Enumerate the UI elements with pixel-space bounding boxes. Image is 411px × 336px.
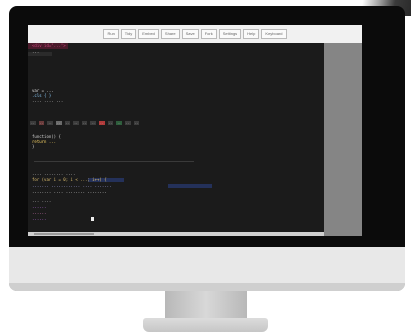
segment: .. [73,121,79,125]
monitor-stand-base [143,318,268,332]
segment: .. [133,121,140,125]
code-line: for (var i = 0; i < ...; i++) { [32,178,107,182]
segment: .. [81,121,88,125]
code-line: return ... [32,140,56,144]
screen: Run Tidy Embed Share Save Fork Settings … [28,25,362,236]
monitor-stand-neck [165,291,247,319]
segment: .. [107,121,114,125]
code-line: .... .... ... [32,99,63,103]
code-line: ... .... [32,199,51,203]
code-line: ... [32,50,39,54]
code-text: .... ........ .... [32,171,76,176]
divider [34,161,194,162]
code-editor[interactable]: <div id="..."> ... var = ... .cls { } ..… [28,43,324,236]
code-text: ........ .... ........ ........ [32,189,107,194]
segment: .. [99,121,105,125]
code-text: <div id="..."> [32,43,66,48]
segment: .. [47,121,53,125]
code-line: ...... [32,205,46,209]
code-text: ....... ............ .... ....... [32,183,112,188]
selection-highlight [168,184,212,188]
segment: .. [90,121,96,125]
code-line: ...... [32,211,46,215]
monitor-chin-edge [9,283,405,291]
toolbar-button-run[interactable]: Run [103,29,119,39]
horizontal-scrollbar[interactable] [28,232,324,236]
segment-row: .. .. .. .. .. .. .. .. .. .. .. .. .. [30,121,322,127]
code-text: } [32,144,35,149]
code-text: ...... [32,216,47,221]
code-line: ...... [32,217,46,221]
toolbar-button-keyboard[interactable]: Keyboard [261,29,287,39]
preview-panel [324,43,362,236]
segment: .. [30,121,36,125]
code-line: ....... ............ .... ....... [32,184,111,188]
toolbar-button-embed[interactable]: Embed [138,29,159,39]
toolbar-button-save[interactable]: Save [181,29,199,39]
code-line: ........ .... ........ ........ [32,190,107,194]
code-line: <div id="..."> [32,44,66,48]
code-text: .... .... ... [32,98,64,103]
code-line: } [32,145,34,149]
toolbar-button-fork[interactable]: Fork [200,29,217,39]
code-text: return ... [32,139,57,144]
toolbar-button-help[interactable]: Help [243,29,260,39]
toolbar-button-share[interactable]: Share [160,29,180,39]
scrollbar-thumb[interactable] [34,233,94,235]
segment: .. [64,121,71,125]
toolbar: Run Tidy Embed Share Save Fork Settings … [28,25,362,43]
code-text: ... [32,49,40,54]
code-text: ...... [32,210,47,215]
toolbar-button-settings[interactable]: Settings [218,29,242,39]
code-line: .... ........ .... [32,172,75,176]
segment: .. [116,121,122,125]
toolbar-button-tidy[interactable]: Tidy [120,29,137,39]
code-text: ... .... [32,198,52,203]
code-text: ...... [32,204,47,209]
segment: .. [124,121,131,125]
code-text: for (var i = 0; i < ...; i++) { [32,177,107,182]
segment: .. [55,121,62,125]
text-cursor [91,217,94,221]
segment: .. [38,121,45,125]
